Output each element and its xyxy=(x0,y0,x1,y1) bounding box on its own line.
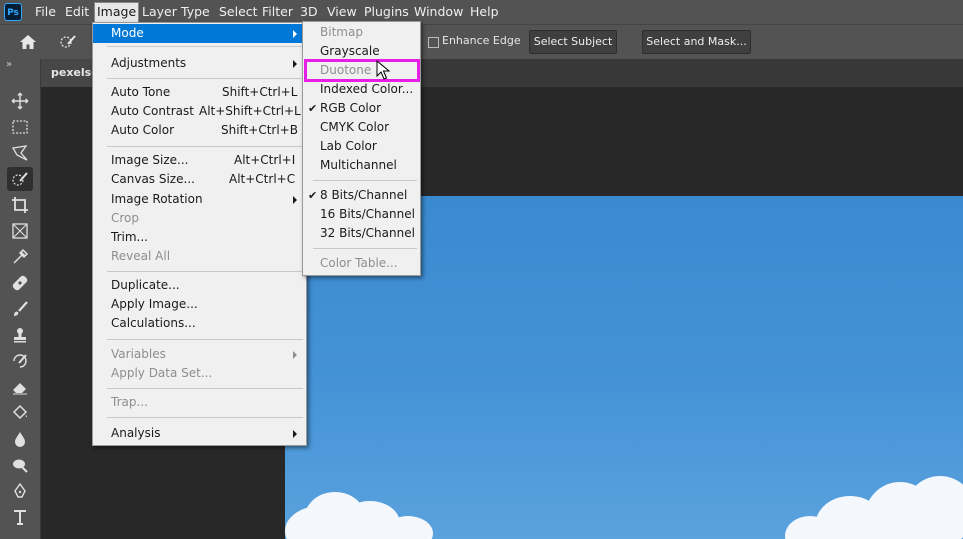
image-menu: Mode Adjustments Auto Tone Shift+Ctrl+L … xyxy=(92,22,307,446)
paint-bucket-tool-icon[interactable] xyxy=(7,401,33,425)
brush-tool-icon[interactable] xyxy=(7,297,33,321)
crop-tool-icon[interactable] xyxy=(7,193,33,217)
eyedropper-tool-icon[interactable] xyxy=(7,245,33,269)
dodge-tool-icon[interactable] xyxy=(7,453,33,477)
mouse-cursor-icon xyxy=(376,59,391,84)
menu-item-rgb-color[interactable]: ✔ RGB Color xyxy=(303,99,420,118)
menu-select[interactable]: Select xyxy=(219,3,258,21)
home-icon[interactable] xyxy=(18,32,38,52)
menu-help[interactable]: Help xyxy=(470,3,499,21)
menu-item-indexed-color[interactable]: Indexed Color... xyxy=(303,80,420,99)
menu-item-multichannel[interactable]: Multichannel xyxy=(303,156,420,175)
menu-item-trim[interactable]: Trim... xyxy=(93,228,306,247)
menu-separator xyxy=(107,339,303,340)
frame-tool-icon[interactable] xyxy=(7,219,33,243)
menu-item-duplicate[interactable]: Duplicate... xyxy=(93,276,306,295)
checkmark-icon: ✔ xyxy=(308,189,318,202)
quick-selection-preset-icon[interactable] xyxy=(58,33,80,51)
menu-window[interactable]: Window xyxy=(414,3,463,21)
menu-item-32-bits[interactable]: 32 Bits/Channel xyxy=(303,224,420,243)
select-and-mask-button[interactable]: Select and Mask... xyxy=(642,30,751,54)
submenu-arrow-icon xyxy=(293,430,297,438)
menu-item-cmyk-color[interactable]: CMYK Color xyxy=(303,118,420,137)
healing-brush-tool-icon[interactable] xyxy=(7,271,33,295)
menu-item-adjustments[interactable]: Adjustments xyxy=(93,54,306,73)
menu-item-analysis[interactable]: Analysis xyxy=(93,424,306,443)
lasso-tool-icon[interactable] xyxy=(7,141,33,165)
menu-separator xyxy=(107,78,303,79)
enhance-edge-label: Enhance Edge xyxy=(442,34,521,47)
select-subject-button[interactable]: Select Subject xyxy=(529,30,617,54)
menu-item-crop[interactable]: Crop xyxy=(93,209,306,228)
clone-stamp-tool-icon[interactable] xyxy=(7,323,33,347)
menu-item-bitmap[interactable]: Bitmap xyxy=(303,23,420,42)
type-tool-icon[interactable] xyxy=(7,505,33,529)
menu-layer[interactable]: Layer xyxy=(142,3,177,21)
menu-item-color-table[interactable]: Color Table... xyxy=(303,254,420,273)
tools-panel: » xyxy=(0,59,41,539)
menu-file[interactable]: File xyxy=(35,3,56,21)
menu-item-canvas-size[interactable]: Canvas Size... Alt+Ctrl+C xyxy=(93,170,306,189)
annotation-highlight-box xyxy=(304,59,420,82)
submenu-arrow-icon xyxy=(293,351,297,359)
menu-separator xyxy=(107,417,303,418)
checkmark-icon: ✔ xyxy=(308,102,318,115)
submenu-arrow-icon xyxy=(293,30,297,38)
menu-item-auto-tone[interactable]: Auto Tone Shift+Ctrl+L xyxy=(93,83,306,102)
menu-filter[interactable]: Filter xyxy=(262,3,293,21)
menu-bar: Ps File Edit Image Layer Type Select Fil… xyxy=(0,0,963,24)
blur-tool-icon[interactable] xyxy=(7,427,33,451)
submenu-arrow-icon xyxy=(293,60,297,68)
menu-separator xyxy=(313,248,417,249)
menu-plugins[interactable]: Plugins xyxy=(364,3,409,21)
menu-separator xyxy=(107,388,303,389)
menu-separator xyxy=(107,271,303,272)
menu-item-mode[interactable]: Mode xyxy=(93,24,306,43)
menu-item-trap[interactable]: Trap... xyxy=(93,393,306,412)
menu-image[interactable]: Image xyxy=(94,2,140,23)
menu-separator xyxy=(313,180,417,181)
menu-separator xyxy=(107,46,303,47)
menu-item-auto-contrast[interactable]: Auto Contrast Alt+Shift+Ctrl+L xyxy=(93,102,306,121)
menu-type[interactable]: Type xyxy=(181,3,210,21)
photoshop-logo-icon: Ps xyxy=(4,3,22,21)
menu-item-apply-data-set[interactable]: Apply Data Set... xyxy=(93,364,306,383)
collapse-panel-icon[interactable]: » xyxy=(6,59,12,70)
menu-item-calculations[interactable]: Calculations... xyxy=(93,314,306,333)
menu-item-16-bits[interactable]: 16 Bits/Channel xyxy=(303,205,420,224)
move-tool-icon[interactable] xyxy=(7,89,33,113)
menu-item-8-bits[interactable]: ✔ 8 Bits/Channel xyxy=(303,186,420,205)
menu-3d[interactable]: 3D xyxy=(300,3,318,21)
eraser-tool-icon[interactable] xyxy=(7,375,33,399)
menu-item-apply-image[interactable]: Apply Image... xyxy=(93,295,306,314)
submenu-arrow-icon xyxy=(293,196,297,204)
menu-item-image-size[interactable]: Image Size... Alt+Ctrl+I xyxy=(93,151,306,170)
menu-separator xyxy=(107,146,303,147)
menu-view[interactable]: View xyxy=(327,3,357,21)
history-brush-tool-icon[interactable] xyxy=(7,349,33,373)
menu-edit[interactable]: Edit xyxy=(65,3,89,21)
menu-item-reveal-all[interactable]: Reveal All xyxy=(93,247,306,266)
menu-item-lab-color[interactable]: Lab Color xyxy=(303,137,420,156)
marquee-tool-icon[interactable] xyxy=(7,115,33,139)
menu-item-image-rotation[interactable]: Image Rotation xyxy=(93,190,306,209)
quick-selection-tool-icon[interactable] xyxy=(7,167,33,191)
enhance-edge-checkbox[interactable] xyxy=(428,37,439,48)
pen-tool-icon[interactable] xyxy=(7,479,33,503)
menu-item-variables[interactable]: Variables xyxy=(93,345,306,364)
menu-item-auto-color[interactable]: Auto Color Shift+Ctrl+B xyxy=(93,121,306,140)
